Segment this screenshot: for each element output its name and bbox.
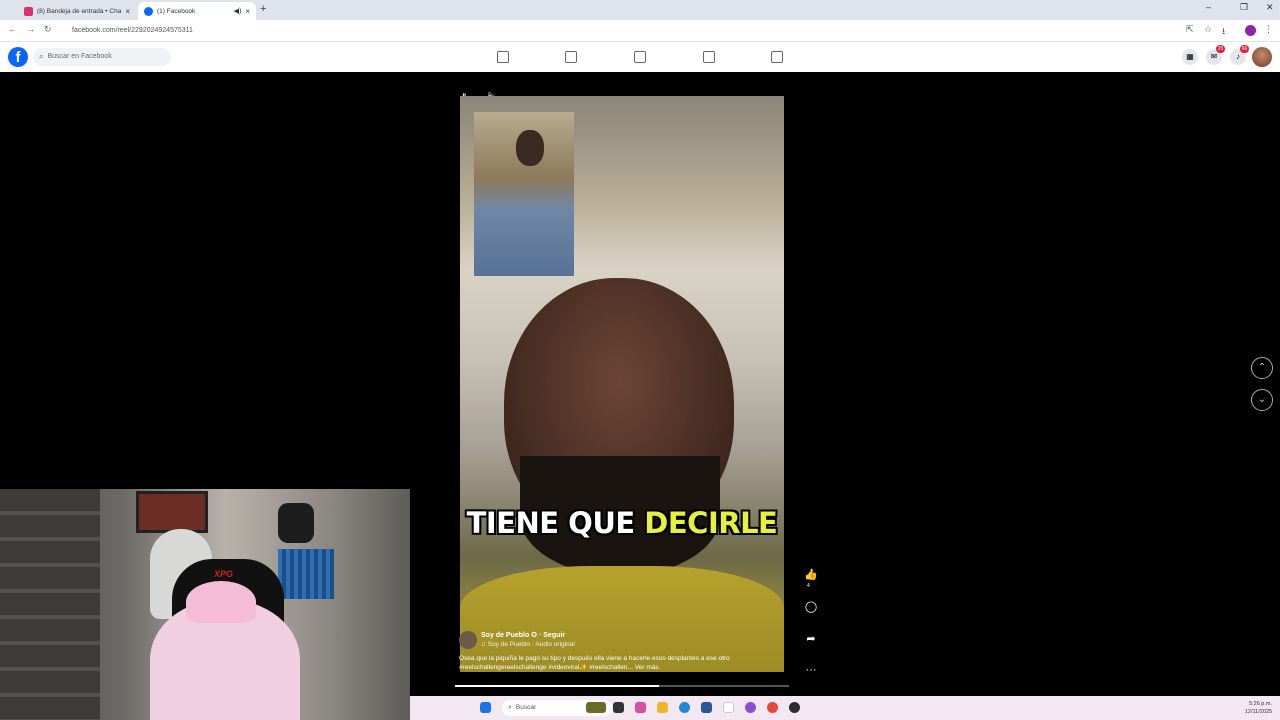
window-close-button[interactable]: ✕	[1266, 2, 1274, 13]
system-clock[interactable]: 5:26 p.m. 12/11/2025	[1245, 700, 1272, 716]
pages-flag-icon[interactable]	[565, 51, 577, 63]
windows-taskbar: ⌕ Buscar 5:26 p.m. 12/11/2025	[410, 696, 1280, 720]
framed-jersey	[136, 491, 208, 533]
clock-date: 12/11/2025	[1244, 709, 1272, 715]
messenger-badge: 25	[1216, 45, 1225, 53]
reload-icon[interactable]: ↻	[44, 24, 52, 35]
tab-title: (8) Bandeja de entrada • Chats	[37, 7, 122, 15]
pink-bucket-hat	[186, 581, 256, 623]
taskbar-search-placeholder: Buscar	[515, 704, 537, 711]
facebook-header: f ⌕ Buscar en Facebook ▦ ✉ 25 ♪ 66	[0, 42, 1280, 72]
more-options-icon[interactable]: ···	[802, 664, 820, 676]
search-icon: ⌕	[508, 704, 512, 711]
caption-highlight-text: DECIRLE	[644, 506, 778, 540]
facebook-search-input[interactable]: ⌕ Buscar en Facebook	[33, 48, 171, 66]
install-icon[interactable]: ⇱	[1186, 24, 1194, 35]
caption-white-text: TIENE QUE	[466, 506, 636, 540]
xpg-logo: XPG	[214, 569, 234, 579]
menu-dots-icon[interactable]: ⋮	[1264, 24, 1273, 35]
progress-fill	[455, 685, 659, 687]
facebook-logo-icon[interactable]: f	[8, 47, 28, 67]
close-tab-icon[interactable]: ×	[245, 7, 250, 16]
browser-tab-strip: (8) Bandeja de entrada • Chats × (1) Fac…	[0, 0, 1280, 20]
browser-profile-avatar[interactable]	[1245, 25, 1256, 36]
like-count: 4	[807, 583, 810, 589]
blue-crate	[278, 549, 334, 599]
maximize-button[interactable]: ❐	[1240, 2, 1248, 13]
audio-label[interactable]: ♫ Soy de Pueblo · Audio original	[481, 641, 575, 648]
home-icon[interactable]	[497, 51, 509, 63]
reel-progress-bar[interactable]	[455, 685, 789, 687]
next-reel-button[interactable]: ⌄	[1251, 389, 1273, 411]
reel-caption: TIENE QUE DECIRLE	[460, 506, 784, 540]
inset-person	[516, 130, 544, 166]
tab-facebook[interactable]: (1) Facebook ◀) ×	[138, 2, 256, 20]
comment-icon[interactable]: ◯	[802, 600, 820, 613]
reel-video[interactable]: TIENE QUE DECIRLE	[460, 96, 784, 672]
clock-time: 5:26 p.m.	[1249, 701, 1272, 707]
reel-inset-clip	[474, 112, 574, 276]
start-windows-icon[interactable]	[480, 702, 491, 713]
file-explorer-icon[interactable]	[657, 702, 668, 713]
chrome-icon[interactable]	[767, 702, 778, 713]
webcam-overlay: XPG	[0, 489, 410, 720]
search-icon: ⌕	[39, 52, 44, 61]
tab-title: (1) Facebook	[157, 7, 196, 15]
copilot-icon[interactable]	[635, 702, 646, 713]
notepad-icon[interactable]	[723, 702, 734, 713]
author-avatar[interactable]	[459, 631, 477, 649]
tab-inbox[interactable]: (8) Bandeja de entrada • Chats ×	[18, 2, 136, 20]
notifications-badge: 66	[1240, 45, 1249, 53]
shoe-shelf	[0, 489, 100, 720]
obs-icon[interactable]	[789, 702, 800, 713]
forward-icon[interactable]: →	[26, 24, 35, 34]
messenger-app-icon[interactable]	[745, 702, 756, 713]
minimize-button[interactable]: –	[1206, 2, 1211, 12]
edge-icon[interactable]	[679, 702, 690, 713]
instagram-icon	[24, 6, 33, 16]
address-bar: ← → ↻ facebook.com/reel/2292024924575311…	[0, 20, 1280, 42]
like-icon[interactable]: 👍	[802, 568, 820, 581]
search-placeholder: Buscar en Facebook	[47, 53, 112, 60]
close-tab-icon[interactable]: ×	[125, 7, 130, 16]
download-icon[interactable]: ⭳	[1222, 24, 1225, 40]
ads-megaphone-icon[interactable]	[703, 51, 715, 63]
speaker-icon[interactable]: ◀)	[234, 7, 242, 15]
backpack	[278, 503, 314, 543]
task-view-icon[interactable]	[613, 702, 624, 713]
author-name-follow[interactable]: Soy de Pueblo ✪ · Seguir	[481, 631, 565, 639]
video-icon[interactable]	[634, 51, 646, 63]
apps-grid-icon[interactable]: ▦	[1182, 49, 1198, 65]
back-icon[interactable]: ←	[8, 24, 17, 34]
facebook-favicon-icon	[144, 6, 153, 16]
new-tab-button[interactable]: +	[260, 3, 266, 15]
account-avatar[interactable]	[1252, 47, 1272, 67]
previous-reel-button[interactable]: ⌃	[1251, 357, 1273, 379]
marketplace-icon[interactable]	[771, 51, 783, 63]
url-field[interactable]: facebook.com/reel/2292024924575311	[66, 24, 1166, 38]
widgets-icon[interactable]	[586, 702, 606, 713]
reel-description[interactable]: Osea que la piquiña le pagó su tipo y de…	[459, 654, 779, 672]
store-icon[interactable]	[701, 702, 712, 713]
bookmark-star-icon[interactable]: ☆	[1204, 24, 1212, 35]
share-icon[interactable]: ➦	[802, 632, 820, 645]
